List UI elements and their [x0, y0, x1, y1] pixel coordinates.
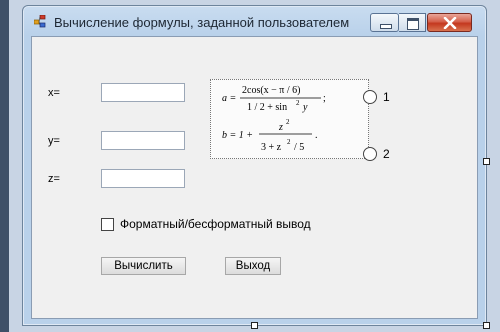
- z-input[interactable]: [101, 169, 185, 188]
- close-icon: [443, 17, 457, 29]
- resize-grip-bottom[interactable]: [251, 322, 258, 329]
- formula-a-lhs: a =: [222, 93, 236, 104]
- exit-button[interactable]: Выход: [225, 257, 281, 275]
- formula-a-denominator-right: y: [302, 102, 308, 113]
- formula-svg: a = 2cos(x − π / 6) 1 / 2 + sin 2 y ; b …: [222, 85, 326, 153]
- radio-1-label: 1: [383, 90, 390, 104]
- close-button[interactable]: [427, 13, 472, 32]
- checkbox-label: Форматный/бесформатный вывод: [120, 217, 311, 231]
- form-client-area: x= y= z= a = 2cos(x − π / 6) 1 / 2 + sin…: [31, 36, 478, 319]
- z-label: z=: [48, 173, 60, 185]
- formula-b-denominator-right: / 5: [294, 142, 304, 153]
- radio-option-2[interactable]: 2: [363, 147, 390, 161]
- y-label: y=: [48, 135, 60, 147]
- form-window: Вычисление формулы, заданной пользовател…: [22, 5, 487, 326]
- designer-left-panel: [0, 0, 9, 332]
- format-checkbox[interactable]: Форматный/бесформатный вывод: [101, 217, 311, 231]
- radio-option-1[interactable]: 1: [363, 90, 390, 104]
- formula-b-denominator-left: 3 + z: [261, 142, 282, 153]
- y-input[interactable]: [101, 131, 185, 150]
- formula-b-lhs: b = 1 +: [222, 130, 253, 141]
- window-title: Вычисление формулы, заданной пользовател…: [54, 15, 350, 30]
- resize-grip-corner[interactable]: [483, 322, 490, 329]
- formula-image: a = 2cos(x − π / 6) 1 / 2 + sin 2 y ; b …: [210, 79, 369, 159]
- formula-b-numerator-base: z: [278, 122, 283, 133]
- formula-b-tail: .: [315, 130, 318, 141]
- radio-2-circle[interactable]: [363, 147, 377, 161]
- app-form-icon: [34, 15, 46, 28]
- formula-a-denominator-left: 1 / 2 + sin: [247, 102, 287, 113]
- radio-2-label: 2: [383, 147, 390, 161]
- checkbox-box[interactable]: [101, 217, 114, 231]
- formula-a-numerator: 2cos(x − π / 6): [242, 85, 300, 96]
- formula-a-tail: ;: [323, 93, 326, 104]
- minimize-button[interactable]: [370, 13, 399, 32]
- formula-b-numerator-exp: 2: [286, 118, 290, 126]
- radio-1-circle[interactable]: [363, 90, 377, 104]
- formula-a-denominator-exp: 2: [296, 99, 300, 107]
- formula-b-denominator-exp: 2: [287, 138, 291, 146]
- designer-surface: Вычисление формулы, заданной пользовател…: [0, 0, 500, 332]
- title-bar[interactable]: Вычисление формулы, заданной пользовател…: [23, 6, 486, 36]
- maximize-button[interactable]: [399, 13, 426, 32]
- x-input[interactable]: [101, 83, 185, 102]
- resize-grip-right[interactable]: [483, 158, 490, 165]
- x-label: x=: [48, 87, 60, 99]
- calculate-button[interactable]: Вычислить: [101, 257, 186, 275]
